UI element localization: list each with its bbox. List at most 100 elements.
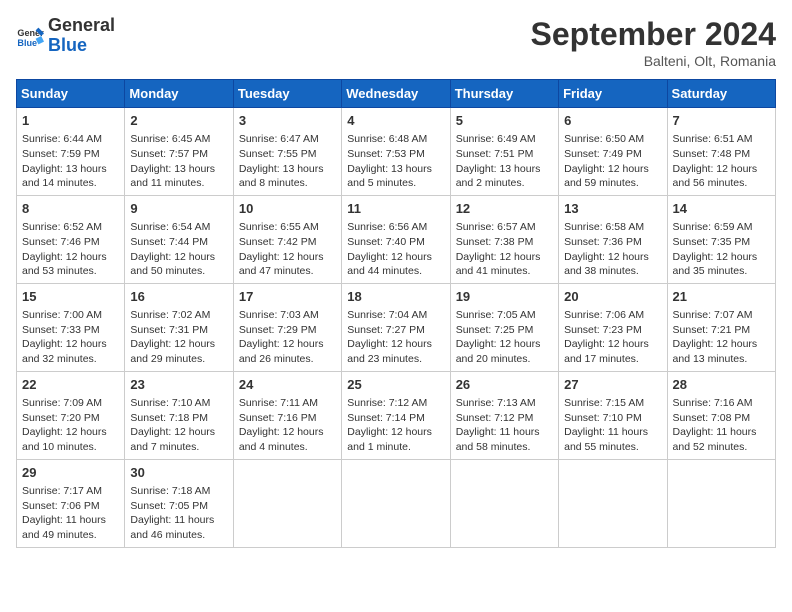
day-info: Sunset: 7:31 PM <box>130 323 227 338</box>
day-info: Sunset: 7:05 PM <box>130 499 227 514</box>
day-number: 5 <box>456 112 553 130</box>
day-number: 13 <box>564 200 661 218</box>
day-info: Sunrise: 6:48 AM <box>347 132 444 147</box>
logo-general-text: General <box>48 15 115 35</box>
day-info: Sunrise: 6:55 AM <box>239 220 336 235</box>
calendar-cell: 18Sunrise: 7:04 AMSunset: 7:27 PMDayligh… <box>342 283 450 371</box>
day-info: Sunrise: 6:57 AM <box>456 220 553 235</box>
day-info: Sunset: 7:38 PM <box>456 235 553 250</box>
day-number: 29 <box>22 464 119 482</box>
day-number: 27 <box>564 376 661 394</box>
calendar-cell: 23Sunrise: 7:10 AMSunset: 7:18 PMDayligh… <box>125 371 233 459</box>
logo-text: General Blue <box>48 16 115 56</box>
day-info: Sunset: 7:40 PM <box>347 235 444 250</box>
day-number: 19 <box>456 288 553 306</box>
day-info: Daylight: 12 hours and 1 minute. <box>347 425 444 454</box>
day-info: Daylight: 11 hours and 58 minutes. <box>456 425 553 454</box>
day-number: 28 <box>673 376 770 394</box>
day-info: Daylight: 12 hours and 50 minutes. <box>130 250 227 279</box>
day-info: Sunrise: 7:10 AM <box>130 396 227 411</box>
day-info: Sunset: 7:42 PM <box>239 235 336 250</box>
logo-blue-text: Blue <box>48 35 87 55</box>
day-info: Sunrise: 7:03 AM <box>239 308 336 323</box>
day-info: Sunset: 7:27 PM <box>347 323 444 338</box>
day-info: Sunrise: 7:11 AM <box>239 396 336 411</box>
day-info: Sunrise: 7:00 AM <box>22 308 119 323</box>
calendar-cell: 16Sunrise: 7:02 AMSunset: 7:31 PMDayligh… <box>125 283 233 371</box>
calendar-cell: 19Sunrise: 7:05 AMSunset: 7:25 PMDayligh… <box>450 283 558 371</box>
calendar-cell: 15Sunrise: 7:00 AMSunset: 7:33 PMDayligh… <box>17 283 125 371</box>
day-info: Sunrise: 6:49 AM <box>456 132 553 147</box>
calendar-cell: 10Sunrise: 6:55 AMSunset: 7:42 PMDayligh… <box>233 195 341 283</box>
day-info: Daylight: 11 hours and 49 minutes. <box>22 513 119 542</box>
day-info: Sunrise: 6:59 AM <box>673 220 770 235</box>
day-info: Daylight: 12 hours and 10 minutes. <box>22 425 119 454</box>
calendar-cell: 2Sunrise: 6:45 AMSunset: 7:57 PMDaylight… <box>125 108 233 196</box>
day-number: 23 <box>130 376 227 394</box>
calendar-cell: 27Sunrise: 7:15 AMSunset: 7:10 PMDayligh… <box>559 371 667 459</box>
day-info: Sunset: 7:20 PM <box>22 411 119 426</box>
day-info: Sunset: 7:36 PM <box>564 235 661 250</box>
column-header-saturday: Saturday <box>667 80 775 108</box>
day-info: Sunrise: 7:07 AM <box>673 308 770 323</box>
day-info: Daylight: 11 hours and 55 minutes. <box>564 425 661 454</box>
day-info: Daylight: 13 hours and 2 minutes. <box>456 162 553 191</box>
day-info: Daylight: 12 hours and 38 minutes. <box>564 250 661 279</box>
calendar-cell <box>450 459 558 547</box>
day-info: Sunset: 7:08 PM <box>673 411 770 426</box>
day-info: Sunrise: 7:05 AM <box>456 308 553 323</box>
day-number: 16 <box>130 288 227 306</box>
calendar-cell: 29Sunrise: 7:17 AMSunset: 7:06 PMDayligh… <box>17 459 125 547</box>
day-number: 17 <box>239 288 336 306</box>
logo: General Blue General Blue <box>16 16 115 56</box>
day-number: 22 <box>22 376 119 394</box>
day-info: Sunset: 7:46 PM <box>22 235 119 250</box>
day-info: Sunrise: 6:52 AM <box>22 220 119 235</box>
day-info: Sunrise: 7:04 AM <box>347 308 444 323</box>
column-header-friday: Friday <box>559 80 667 108</box>
day-info: Daylight: 13 hours and 8 minutes. <box>239 162 336 191</box>
calendar-week-row: 1Sunrise: 6:44 AMSunset: 7:59 PMDaylight… <box>17 108 776 196</box>
day-info: Daylight: 12 hours and 17 minutes. <box>564 337 661 366</box>
calendar-cell: 22Sunrise: 7:09 AMSunset: 7:20 PMDayligh… <box>17 371 125 459</box>
column-header-monday: Monday <box>125 80 233 108</box>
day-info: Sunset: 7:33 PM <box>22 323 119 338</box>
day-info: Daylight: 12 hours and 20 minutes. <box>456 337 553 366</box>
calendar-cell: 4Sunrise: 6:48 AMSunset: 7:53 PMDaylight… <box>342 108 450 196</box>
day-info: Daylight: 12 hours and 13 minutes. <box>673 337 770 366</box>
day-number: 3 <box>239 112 336 130</box>
day-number: 10 <box>239 200 336 218</box>
day-info: Daylight: 11 hours and 52 minutes. <box>673 425 770 454</box>
calendar-cell <box>559 459 667 547</box>
day-number: 1 <box>22 112 119 130</box>
day-info: Sunset: 7:55 PM <box>239 147 336 162</box>
day-info: Daylight: 12 hours and 35 minutes. <box>673 250 770 279</box>
calendar-cell: 12Sunrise: 6:57 AMSunset: 7:38 PMDayligh… <box>450 195 558 283</box>
day-info: Sunset: 7:48 PM <box>673 147 770 162</box>
day-info: Sunrise: 6:50 AM <box>564 132 661 147</box>
calendar-cell: 7Sunrise: 6:51 AMSunset: 7:48 PMDaylight… <box>667 108 775 196</box>
day-info: Daylight: 12 hours and 4 minutes. <box>239 425 336 454</box>
day-info: Sunset: 7:21 PM <box>673 323 770 338</box>
day-info: Sunrise: 7:15 AM <box>564 396 661 411</box>
calendar-table: SundayMondayTuesdayWednesdayThursdayFrid… <box>16 79 776 548</box>
day-info: Sunrise: 6:54 AM <box>130 220 227 235</box>
day-info: Daylight: 12 hours and 41 minutes. <box>456 250 553 279</box>
day-number: 25 <box>347 376 444 394</box>
day-info: Sunrise: 7:12 AM <box>347 396 444 411</box>
title-block: September 2024 Balteni, Olt, Romania <box>531 16 776 69</box>
day-number: 15 <box>22 288 119 306</box>
calendar-cell: 17Sunrise: 7:03 AMSunset: 7:29 PMDayligh… <box>233 283 341 371</box>
day-number: 24 <box>239 376 336 394</box>
calendar-cell: 9Sunrise: 6:54 AMSunset: 7:44 PMDaylight… <box>125 195 233 283</box>
day-info: Daylight: 12 hours and 44 minutes. <box>347 250 444 279</box>
column-header-wednesday: Wednesday <box>342 80 450 108</box>
day-number: 8 <box>22 200 119 218</box>
day-info: Sunrise: 7:02 AM <box>130 308 227 323</box>
logo-icon: General Blue <box>16 22 44 50</box>
calendar-cell <box>667 459 775 547</box>
day-info: Sunset: 7:23 PM <box>564 323 661 338</box>
column-header-sunday: Sunday <box>17 80 125 108</box>
day-number: 18 <box>347 288 444 306</box>
day-info: Sunrise: 6:56 AM <box>347 220 444 235</box>
